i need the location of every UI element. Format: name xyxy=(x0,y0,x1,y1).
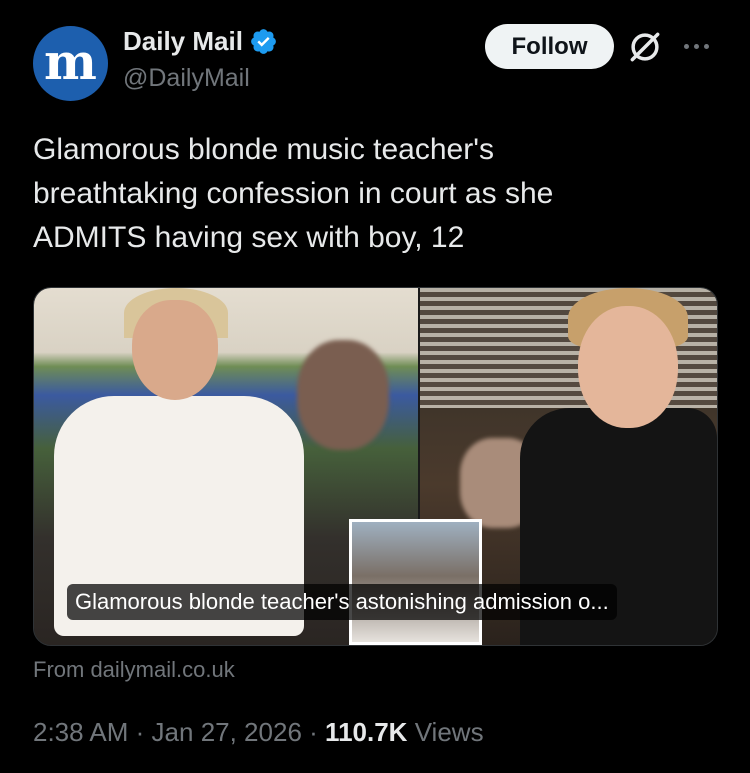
author-avatar[interactable]: m xyxy=(33,26,108,101)
more-options-icon[interactable] xyxy=(684,44,709,49)
tweet-meta: 2:38 AM · Jan 27, 2026 · 110.7K Views xyxy=(33,717,484,748)
tweet-text-line-1: Glamorous blonde music teacher's xyxy=(33,133,494,166)
tweet-text-line-2: breathtaking confession in court as she xyxy=(33,177,554,210)
author-display-name[interactable]: Daily Mail xyxy=(123,26,243,57)
author-handle[interactable]: @DailyMail xyxy=(123,64,250,93)
grok-icon[interactable] xyxy=(626,28,664,66)
tweet-date[interactable]: Jan 27, 2026 xyxy=(152,717,302,747)
meta-separator: · xyxy=(309,717,318,747)
meta-separator: · xyxy=(135,717,145,747)
card-source[interactable]: From dailymail.co.uk xyxy=(33,657,235,683)
daily-mail-logo: m xyxy=(44,31,97,91)
views-label: Views xyxy=(414,717,484,747)
link-card-image[interactable]: Glamorous blonde teacher's astonishing a… xyxy=(33,287,718,646)
tweet-text-line-3: ADMITS having sex with boy, 12 xyxy=(33,221,465,254)
follow-button[interactable]: Follow xyxy=(485,24,614,69)
tweet-text: Glamorous blonde music teacher's breatht… xyxy=(33,128,693,260)
author-name-row: Daily Mail xyxy=(123,26,278,57)
tweet-time[interactable]: 2:38 AM xyxy=(33,717,128,747)
inset-wedding-photo xyxy=(349,519,482,645)
verified-badge-icon xyxy=(251,29,276,54)
views-count: 110.7K xyxy=(325,717,408,747)
card-caption[interactable]: Glamorous blonde teacher's astonishing a… xyxy=(67,584,617,620)
